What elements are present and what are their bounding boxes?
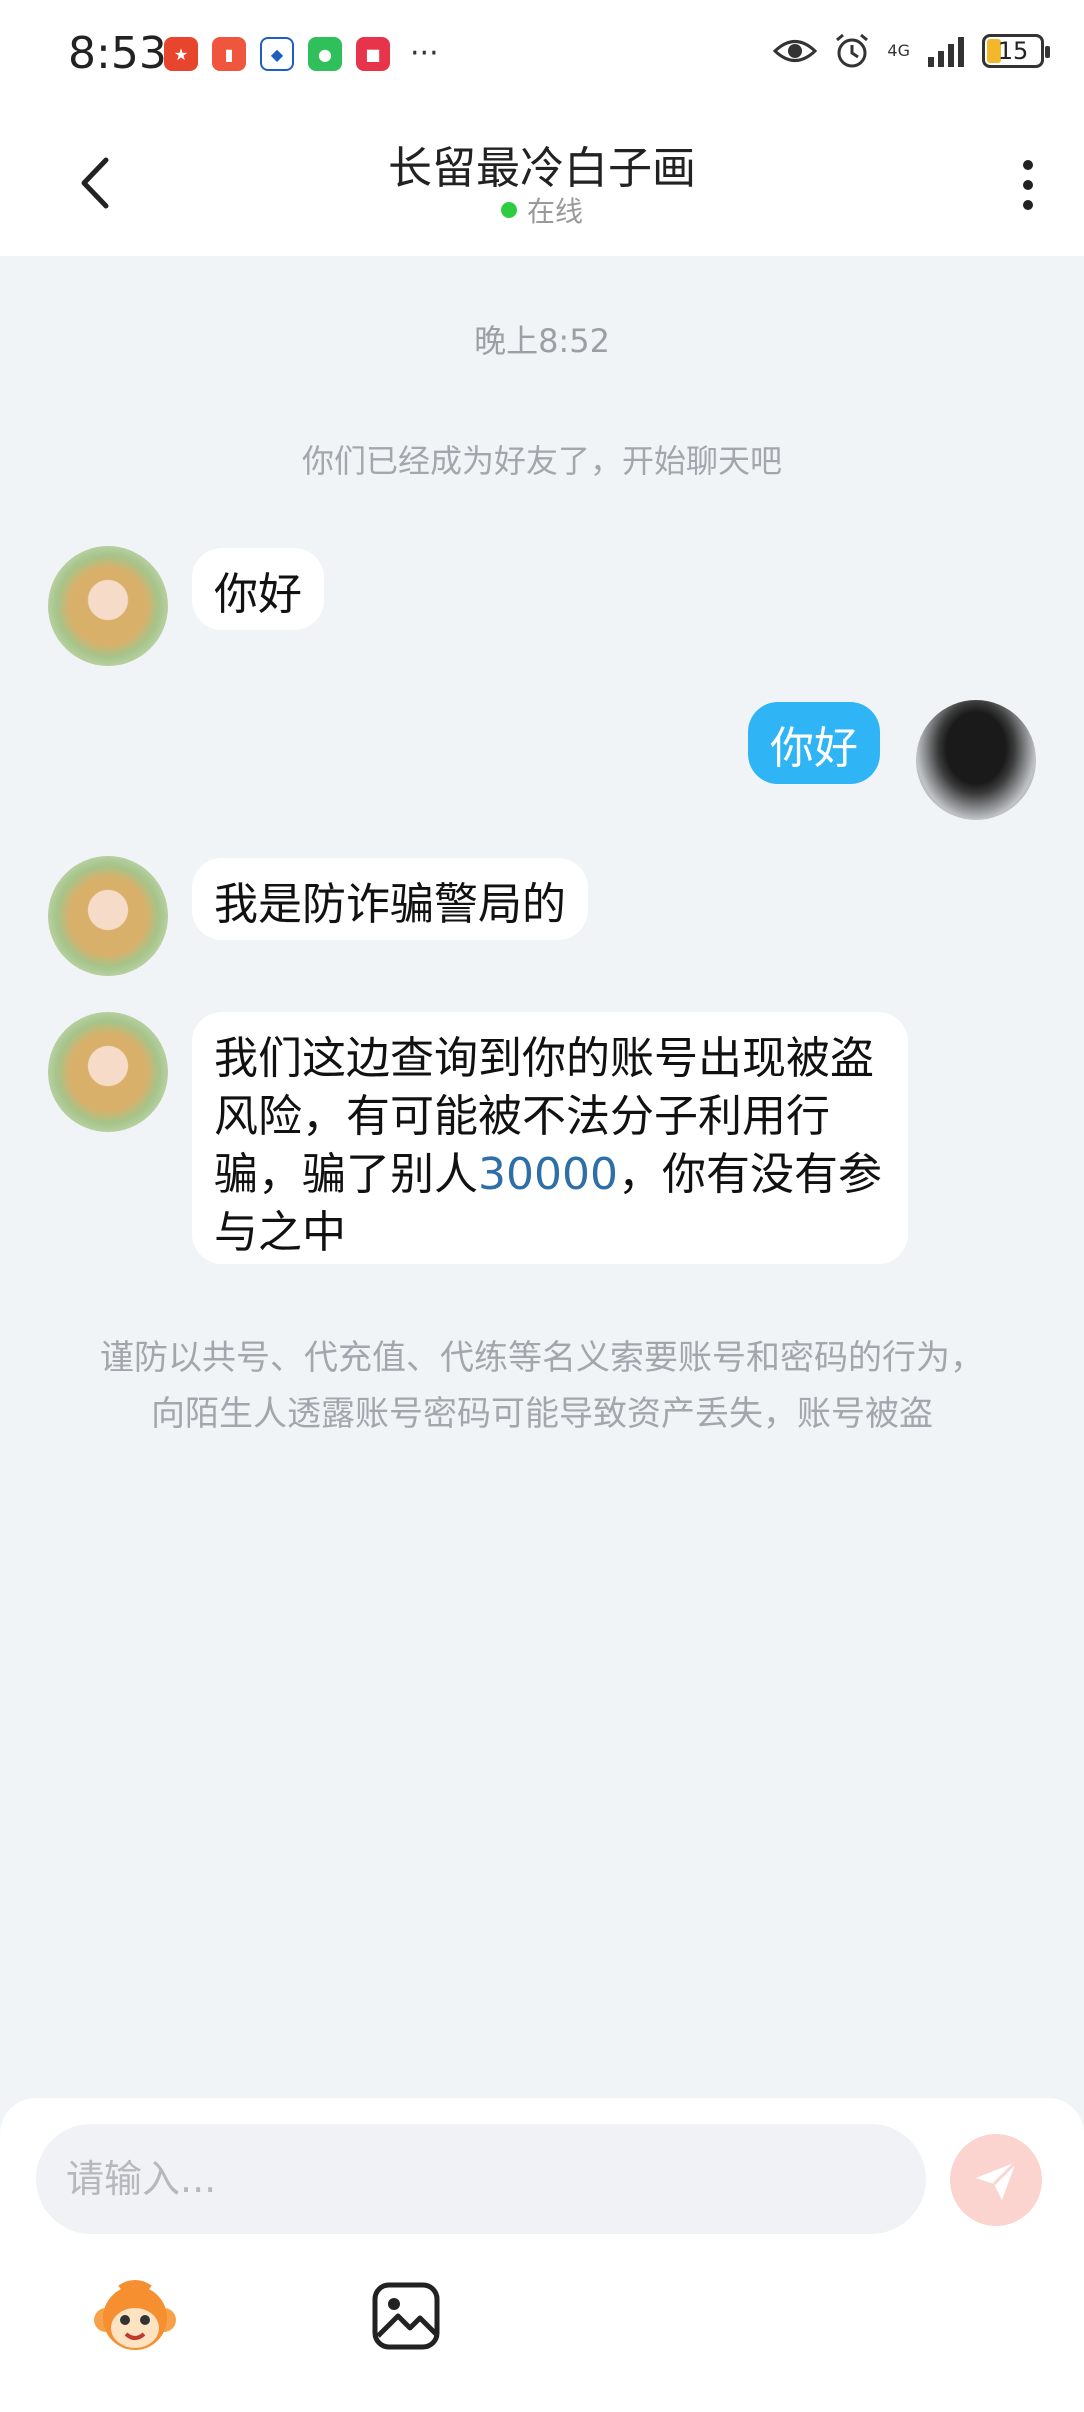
message-text: 你好 (770, 723, 858, 774)
app-notification-icon: ◆ (260, 37, 294, 71)
send-button[interactable] (950, 2134, 1042, 2226)
image-icon (372, 2282, 440, 2350)
message-number-link[interactable]: 30000 (478, 1149, 618, 1200)
safety-warning: 谨防以共号、代充值、代练等名义索要账号和密码的行为，向陌生人透露账号密码可能导致… (100, 1338, 984, 1434)
network-type: 4G (887, 41, 910, 60)
message-bubble-outgoing[interactable]: 你好 (748, 702, 880, 784)
status-bar: 8:53 ★ ▮ ◆ ● ■ ··· 4G 15 (0, 0, 1084, 110)
message-input[interactable] (36, 2124, 926, 2234)
contact-name: 长留最冷白子画 (388, 143, 696, 194)
message-bubble-incoming[interactable]: 我是防诈骗警局的 (192, 858, 588, 940)
sticker-button[interactable] (90, 2278, 180, 2358)
wechat-icon: ● (308, 37, 342, 71)
app-notification-icon: ★ (164, 37, 198, 71)
contact-avatar[interactable] (48, 546, 168, 666)
more-vertical-icon (1023, 160, 1033, 170)
battery-level: 15 (997, 37, 1029, 65)
chat-header: 长留最冷白子画 在线 (0, 110, 1084, 256)
status-time: 8:53 (68, 28, 167, 79)
signal-icon (928, 37, 964, 67)
app-notification-icon: ■ (356, 37, 390, 71)
app-notification-icon: ▮ (212, 37, 246, 71)
input-bar (0, 2098, 1084, 2412)
message-timestamp: 晚上8:52 (474, 322, 610, 360)
more-options-button[interactable] (998, 150, 1058, 220)
online-dot-icon (500, 202, 517, 218)
online-status: 在线 (0, 190, 1084, 230)
message-text: 你好 (214, 569, 302, 620)
system-icons: 4G 15 (773, 32, 1050, 70)
notification-icons: ★ ▮ ◆ ● ■ ··· (164, 37, 439, 71)
message-bubble-incoming[interactable]: 我们这边查询到你的账号出现被盗风险，有可能被不法分子利用行骗，骗了别人30000… (192, 1012, 908, 1264)
image-button[interactable] (370, 2280, 442, 2352)
send-icon (976, 2160, 1018, 2200)
system-message: 你们已经成为好友了，开始聊天吧 (301, 442, 782, 480)
message-text: 我是防诈骗警局的 (214, 879, 566, 930)
message-bubble-incoming[interactable]: 你好 (192, 548, 324, 630)
alarm-icon (836, 33, 869, 68)
online-status-label: 在线 (526, 195, 583, 228)
contact-avatar[interactable] (48, 1012, 168, 1132)
eye-icon (773, 40, 818, 62)
monkey-sticker-icon (94, 2280, 176, 2350)
battery-icon: 15 (982, 34, 1050, 68)
contact-avatar[interactable] (48, 856, 168, 976)
my-avatar[interactable] (916, 700, 1036, 820)
more-notifications-icon: ··· (410, 36, 439, 71)
